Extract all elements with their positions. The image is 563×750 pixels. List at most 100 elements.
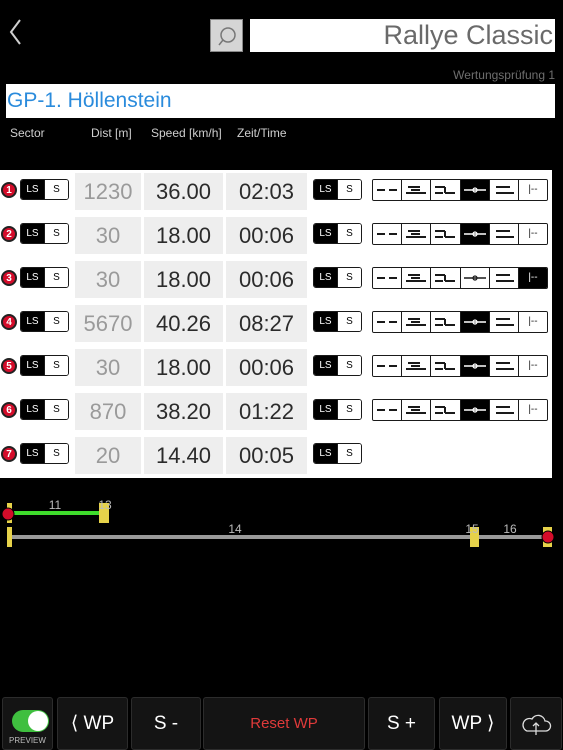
- preview-toggle-button[interactable]: PREVIEW: [2, 697, 53, 750]
- ls-s-toggle-left[interactable]: LS S: [20, 399, 69, 420]
- ls-option[interactable]: LS: [314, 444, 337, 463]
- ls-s-toggle-right[interactable]: LS S: [313, 443, 362, 464]
- ls-option[interactable]: LS: [314, 180, 337, 199]
- s-option[interactable]: S: [337, 268, 361, 287]
- mode-option[interactable]: [373, 268, 402, 288]
- s-option[interactable]: S: [44, 268, 68, 287]
- mode-option[interactable]: |--: [517, 180, 547, 200]
- mode-selector[interactable]: |--: [372, 399, 548, 421]
- ls-option[interactable]: LS: [21, 312, 44, 331]
- mode-option[interactable]: |--: [517, 356, 547, 376]
- mode-option[interactable]: [459, 312, 489, 332]
- mode-option[interactable]: |--: [517, 312, 547, 332]
- mode-option[interactable]: [488, 400, 518, 420]
- reset-wp-button[interactable]: Reset WP: [203, 697, 365, 750]
- distance-cell[interactable]: 1230: [75, 173, 141, 210]
- mode-option[interactable]: [401, 400, 431, 420]
- mode-option[interactable]: |--: [517, 400, 547, 420]
- search-button[interactable]: [210, 19, 243, 52]
- mode-option[interactable]: [459, 400, 489, 420]
- s-option[interactable]: S: [337, 312, 361, 331]
- s-plus-button[interactable]: S +: [368, 697, 435, 750]
- speed-cell[interactable]: 18.00: [144, 349, 223, 386]
- ls-option[interactable]: LS: [314, 312, 337, 331]
- prev-wp-button[interactable]: ⟨ WP: [57, 697, 128, 750]
- ls-s-toggle-right[interactable]: LS S: [313, 179, 362, 200]
- mode-selector[interactable]: |--: [372, 311, 548, 333]
- mode-option[interactable]: [373, 356, 402, 376]
- time-cell[interactable]: 08:27: [226, 305, 307, 342]
- ls-option[interactable]: LS: [314, 268, 337, 287]
- s-option[interactable]: S: [44, 444, 68, 463]
- stage-timeline[interactable]: 11 13 14 15 16: [0, 495, 563, 555]
- s-option[interactable]: S: [44, 224, 68, 243]
- ls-s-toggle-left[interactable]: LS S: [20, 267, 69, 288]
- s-option[interactable]: S: [337, 356, 361, 375]
- stage-name-field[interactable]: GP-1. Höllenstein: [6, 84, 555, 118]
- distance-cell[interactable]: 30: [75, 261, 141, 298]
- mode-option[interactable]: [488, 180, 518, 200]
- ls-option[interactable]: LS: [21, 400, 44, 419]
- time-cell[interactable]: 01:22: [226, 393, 307, 430]
- ls-option[interactable]: LS: [21, 356, 44, 375]
- ls-s-toggle-left[interactable]: LS S: [20, 223, 69, 244]
- sector-row[interactable]: 3 LS S 30 18.00 00:06 LS S |--: [0, 260, 552, 300]
- mode-option[interactable]: [459, 224, 489, 244]
- mode-selector[interactable]: |--: [372, 223, 548, 245]
- back-chevron-icon[interactable]: [6, 16, 26, 48]
- mode-option[interactable]: [488, 356, 518, 376]
- mode-option[interactable]: [373, 224, 402, 244]
- mode-option[interactable]: [430, 224, 460, 244]
- sector-row[interactable]: 6 LS S 870 38.20 01:22 LS S |--: [0, 392, 552, 432]
- mode-option[interactable]: [459, 356, 489, 376]
- next-wp-button[interactable]: WP ⟩: [439, 697, 507, 750]
- ls-s-toggle-left[interactable]: LS S: [20, 311, 69, 332]
- speed-cell[interactable]: 14.40: [144, 437, 223, 474]
- mode-selector[interactable]: |--: [372, 267, 548, 289]
- mode-option[interactable]: [430, 268, 460, 288]
- mode-option[interactable]: [459, 268, 489, 288]
- time-cell[interactable]: 00:06: [226, 349, 307, 386]
- mode-option[interactable]: [488, 312, 518, 332]
- distance-cell[interactable]: 870: [75, 393, 141, 430]
- ls-option[interactable]: LS: [21, 444, 44, 463]
- ls-s-toggle-left[interactable]: LS S: [20, 179, 69, 200]
- s-option[interactable]: S: [44, 356, 68, 375]
- mode-option[interactable]: [430, 312, 460, 332]
- distance-cell[interactable]: 30: [75, 349, 141, 386]
- time-cell[interactable]: 00:05: [226, 437, 307, 474]
- table-scrollbar[interactable]: [552, 170, 563, 478]
- ls-s-toggle-right[interactable]: LS S: [313, 223, 362, 244]
- speed-cell[interactable]: 38.20: [144, 393, 223, 430]
- distance-cell[interactable]: 30: [75, 217, 141, 254]
- mode-option[interactable]: [430, 400, 460, 420]
- mode-option[interactable]: [430, 180, 460, 200]
- mode-option[interactable]: [488, 268, 518, 288]
- mode-option[interactable]: [401, 224, 431, 244]
- ls-s-toggle-right[interactable]: LS S: [313, 355, 362, 376]
- mode-selector[interactable]: |--: [372, 355, 548, 377]
- ls-option[interactable]: LS: [314, 400, 337, 419]
- s-option[interactable]: S: [337, 444, 361, 463]
- ls-option[interactable]: LS: [314, 224, 337, 243]
- mode-option[interactable]: [401, 312, 431, 332]
- mode-option[interactable]: |--: [517, 224, 547, 244]
- s-minus-button[interactable]: S -: [131, 697, 201, 750]
- mode-option[interactable]: [459, 180, 489, 200]
- s-option[interactable]: S: [44, 400, 68, 419]
- ls-option[interactable]: LS: [21, 268, 44, 287]
- ls-option[interactable]: LS: [21, 224, 44, 243]
- sector-row[interactable]: 5 LS S 30 18.00 00:06 LS S |--: [0, 348, 552, 388]
- mode-option[interactable]: [401, 356, 431, 376]
- speed-cell[interactable]: 36.00: [144, 173, 223, 210]
- sector-row[interactable]: 1 LS S 1230 36.00 02:03 LS S |--: [0, 172, 552, 212]
- ls-option[interactable]: LS: [21, 180, 44, 199]
- mode-option[interactable]: [488, 224, 518, 244]
- s-option[interactable]: S: [337, 224, 361, 243]
- distance-cell[interactable]: 5670: [75, 305, 141, 342]
- mode-option[interactable]: [401, 268, 431, 288]
- mode-option[interactable]: [373, 400, 402, 420]
- time-cell[interactable]: 00:06: [226, 261, 307, 298]
- preview-toggle[interactable]: [12, 710, 49, 732]
- ls-s-toggle-left[interactable]: LS S: [20, 443, 69, 464]
